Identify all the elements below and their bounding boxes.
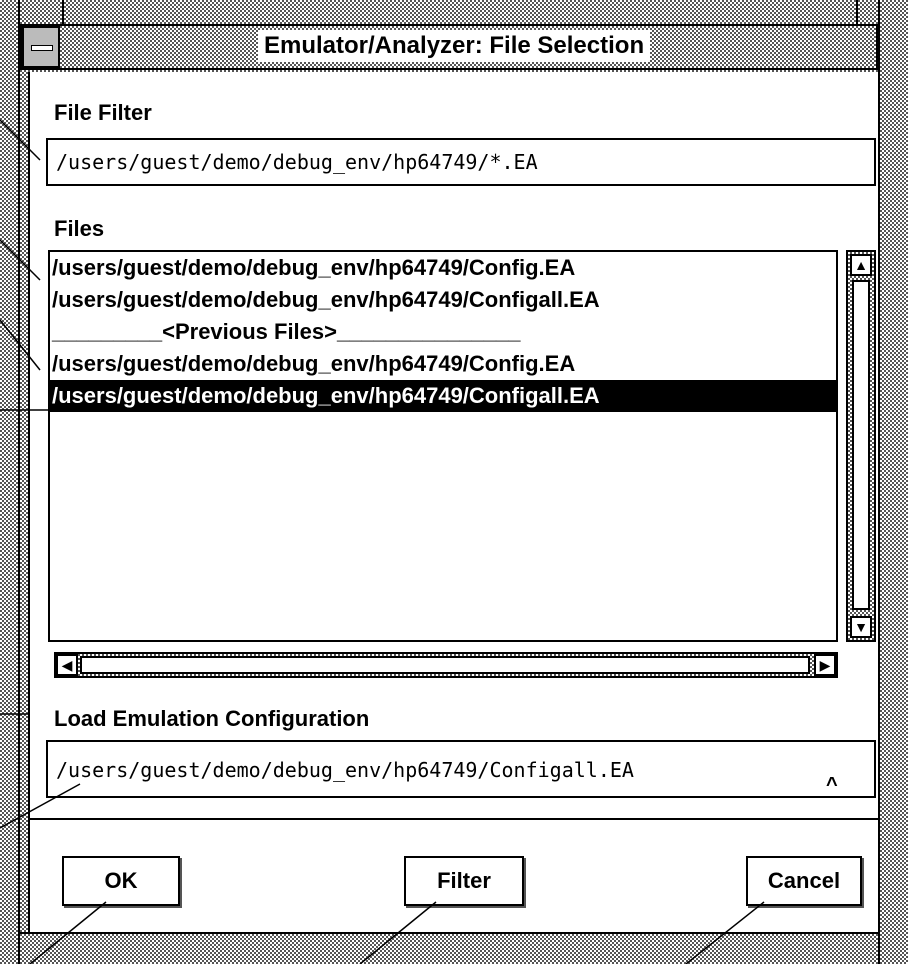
callout-line-file-filter — [0, 119, 41, 161]
callout-line-files-list-2 — [0, 319, 41, 371]
callout-lines — [0, 119, 765, 964]
callout-line-ok-button — [29, 901, 107, 964]
callout-line-selection-input — [0, 783, 81, 829]
callout-line-filter-button — [359, 901, 437, 964]
callout-line-cancel-button — [685, 901, 765, 964]
callout-line-files-list-1 — [0, 239, 41, 281]
